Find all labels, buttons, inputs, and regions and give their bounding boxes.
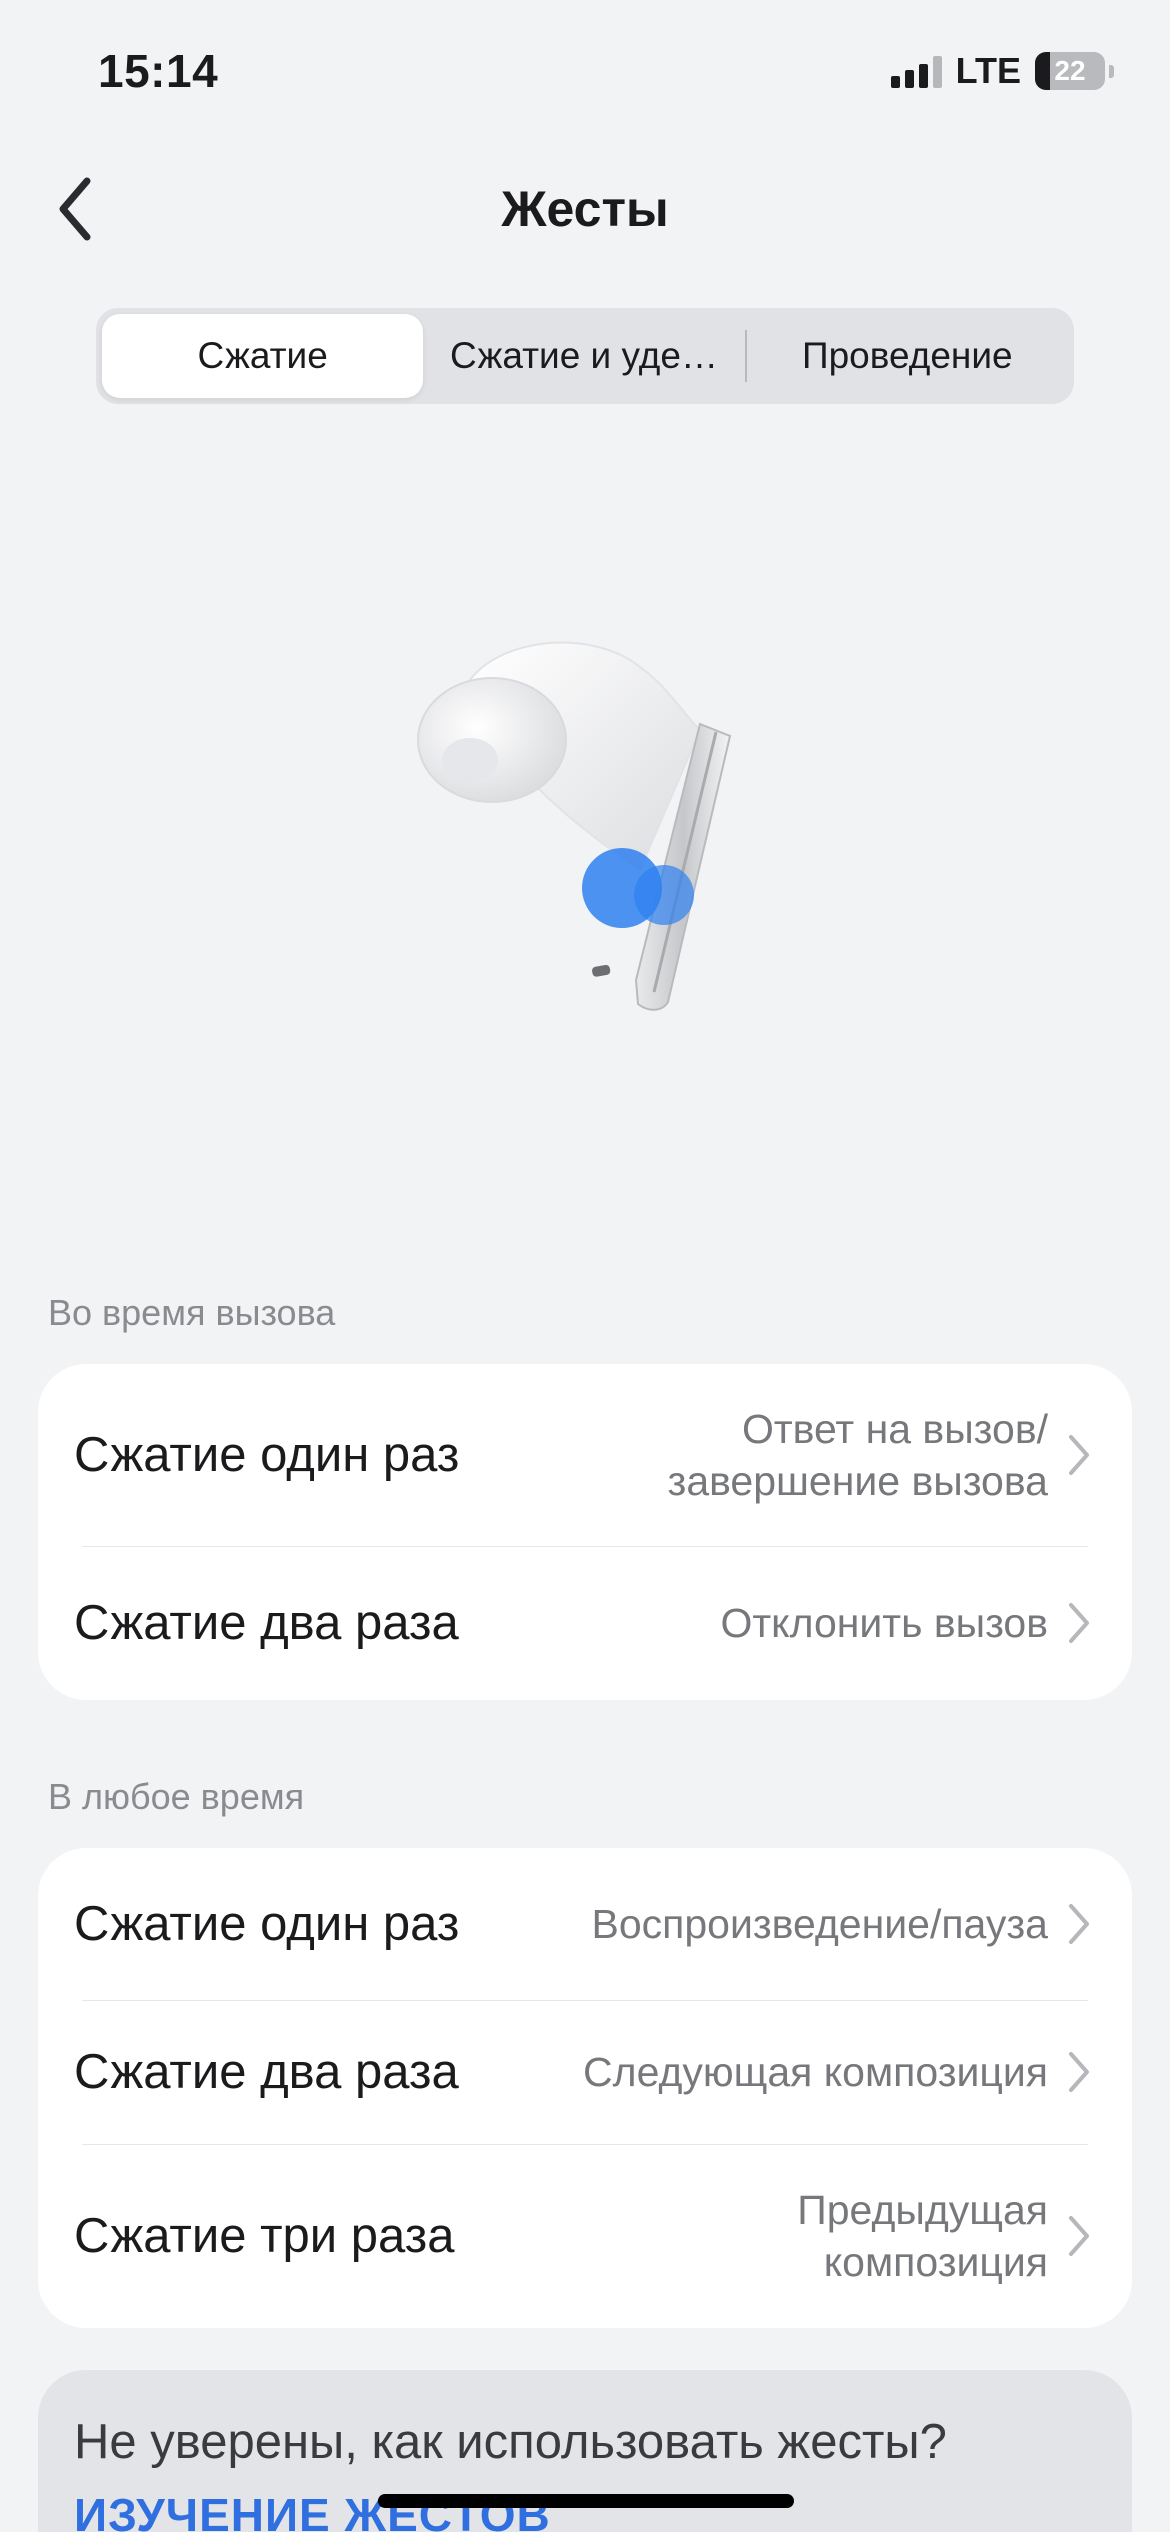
row-value: Ответ на вызов/ завершение вызова <box>667 1406 1048 1504</box>
row-value: Следующая композиция <box>583 2049 1048 2095</box>
tab-squeeze[interactable]: Сжатие <box>102 314 424 398</box>
list-item[interactable]: Сжатие два раза Отклонить вызов <box>38 1546 1132 1700</box>
list-item[interactable]: Сжатие один раз Ответ на вызов/ завершен… <box>38 1364 1132 1546</box>
battery-tip <box>1109 64 1114 78</box>
list-item[interactable]: Сжатие один раз Воспроизведение/пауза <box>38 1848 1132 2000</box>
during-call-card: Сжатие один раз Ответ на вызов/ завершен… <box>38 1364 1132 1700</box>
chevron-right-icon <box>1069 2052 1089 2092</box>
chevron-right-icon <box>1069 2216 1089 2256</box>
section-label-anytime: В любое время <box>48 1776 305 1817</box>
tab-squeeze-and-hold[interactable]: Сжатие и уде… <box>423 314 744 398</box>
chevron-right-icon <box>1069 1904 1089 1944</box>
list-item[interactable]: Сжатие три раза Предыдущая композиция <box>38 2144 1132 2328</box>
row-label: Сжатие три раза <box>74 2209 455 2263</box>
battery-level: 22 <box>1054 55 1086 86</box>
cellular-signal-icon <box>890 54 942 88</box>
row-value: Воспроизведение/пауза <box>591 1901 1049 1947</box>
tab-swipe[interactable]: Проведение <box>747 314 1068 398</box>
row-label: Сжатие один раз <box>74 1897 460 1951</box>
page-title: Жесты <box>501 181 669 237</box>
network-type: LTE <box>955 50 1021 91</box>
status-indicators: LTE 22 <box>890 50 1114 92</box>
chevron-right-icon <box>1069 1603 1089 1643</box>
help-text: Не уверены, как использовать жесты? <box>74 2415 947 2469</box>
earbud-illustration <box>417 641 732 1011</box>
gesture-tabs: Сжатие Сжатие и уде… Проведение <box>96 308 1074 404</box>
section-label-during-call: Во время вызова <box>48 1292 336 1333</box>
row-value: Отклонить вызов <box>720 1600 1049 1646</box>
battery-fill <box>1035 52 1051 90</box>
home-indicator[interactable] <box>378 2494 794 2508</box>
row-label: Сжатие два раза <box>74 1596 459 1650</box>
row-label: Сжатие один раз <box>74 1428 460 1482</box>
list-item[interactable]: Сжатие два раза Следующая композиция <box>38 2000 1132 2144</box>
anytime-card: Сжатие один раз Воспроизведение/пауза Сж… <box>38 1848 1132 2328</box>
row-label: Сжатие два раза <box>74 2045 459 2099</box>
nav-bar: Жесты <box>0 160 1170 260</box>
status-bar: 15:14 LTE 22 <box>0 0 1170 150</box>
row-value: Предыдущая композиция <box>797 2187 1048 2285</box>
battery-icon: 22 <box>1035 52 1105 90</box>
status-time: 15:14 <box>98 45 219 97</box>
chevron-right-icon <box>1069 1435 1089 1475</box>
